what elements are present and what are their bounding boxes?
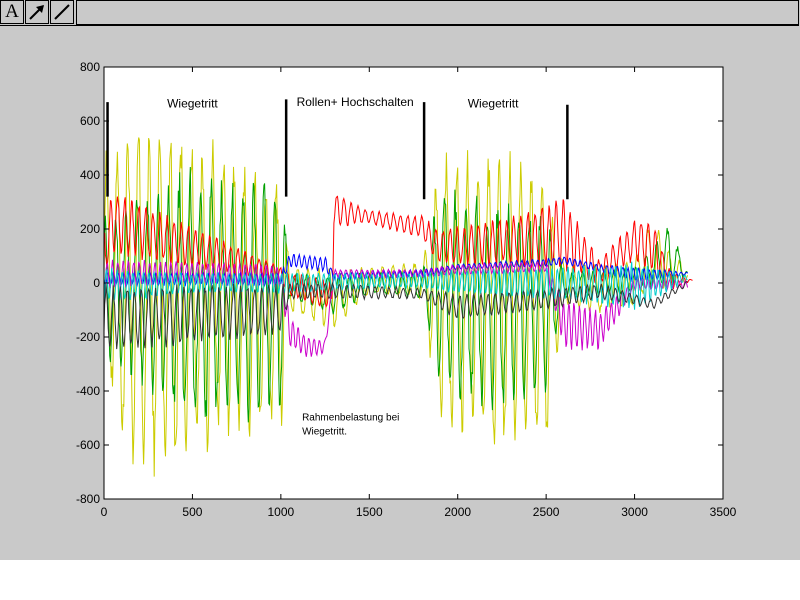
chart: 0 500 1000 1500 2000 2500 3000 3500-800-600-400… xyxy=(76,60,737,519)
figure-window: A 0 500 1000 1500 2000 2500 3000 3500 -800 -600 -4… xyxy=(0,0,800,560)
x-tick-label: 3000 xyxy=(621,505,648,519)
x-tick-label: 2500 xyxy=(533,505,560,519)
x-tick-label: 2000 xyxy=(444,505,471,519)
x-tick-label: 0 xyxy=(101,505,108,519)
y-tick-label: 400 xyxy=(80,168,100,182)
y-tick-label: -400 xyxy=(76,384,100,398)
phase-annotation: Rollen+ Hochschalten xyxy=(297,95,414,109)
y-tick-label: -800 xyxy=(76,492,100,506)
x-tick-label: 3500 xyxy=(710,505,737,519)
y-tick-label: 800 xyxy=(80,60,100,74)
note-line: Wiegetritt. xyxy=(302,427,347,438)
phase-annotation: Wiegetritt xyxy=(468,97,519,111)
y-tick-label: 200 xyxy=(80,222,100,236)
x-tick-label: 500 xyxy=(182,505,202,519)
y-tick-label: -600 xyxy=(76,438,100,452)
y-tick-label: 600 xyxy=(80,114,100,128)
phase-annotation: Wiegetritt xyxy=(167,97,218,111)
note-line: Rahmenbelastung bei xyxy=(302,413,399,424)
x-tick-label: 1500 xyxy=(356,505,383,519)
x-tick-label: 1000 xyxy=(268,505,295,519)
y-tick-label: -200 xyxy=(76,330,100,344)
y-tick-label: 0 xyxy=(93,276,100,290)
